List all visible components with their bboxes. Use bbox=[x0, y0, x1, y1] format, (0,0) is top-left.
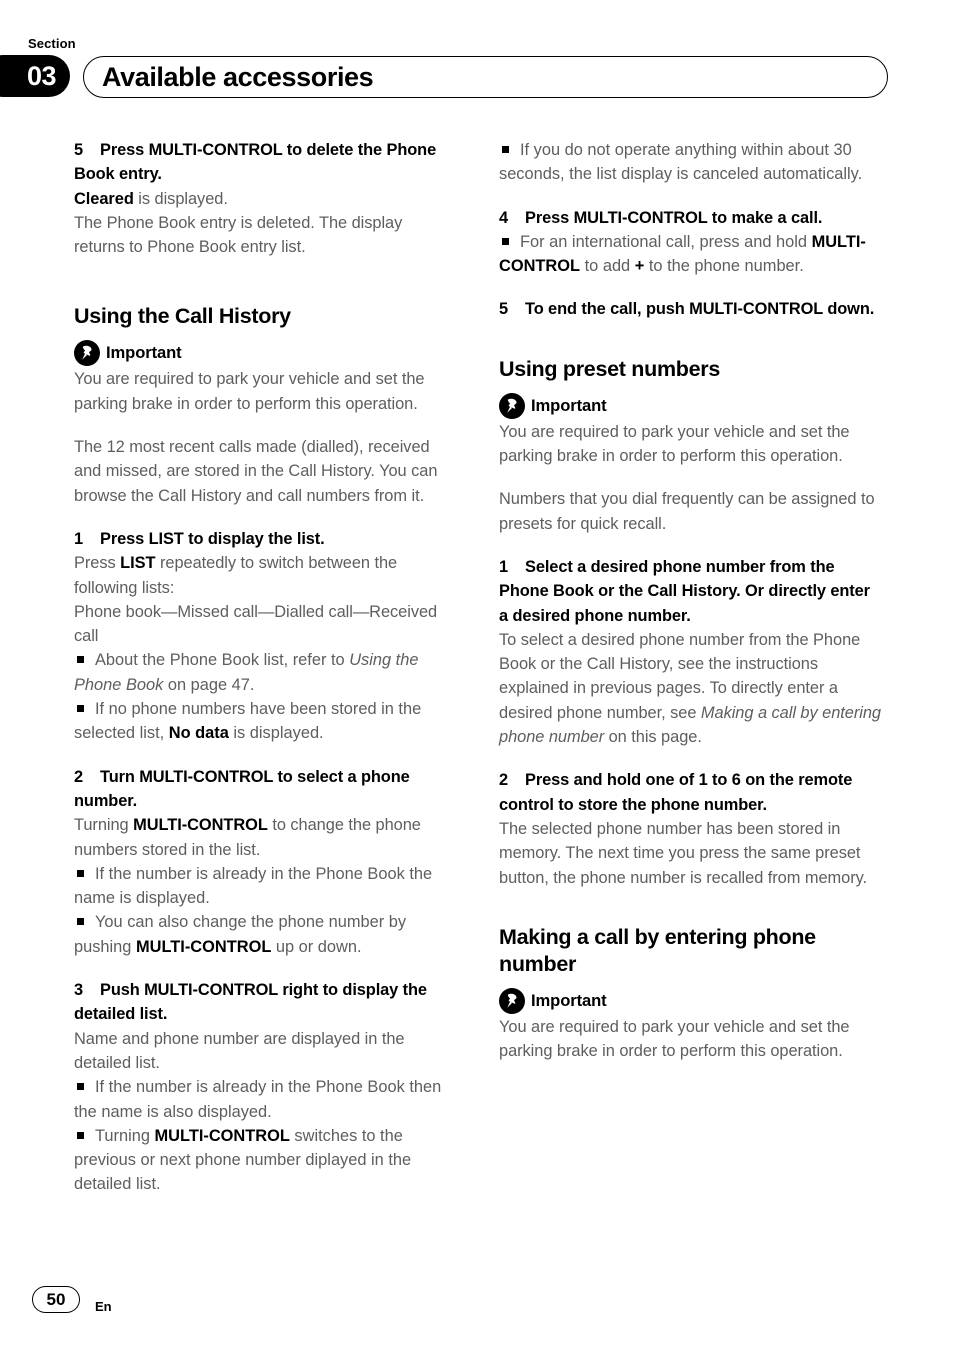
step-heading-text: Select a desired phone number from the P… bbox=[499, 557, 870, 625]
step-heading-text: Push MULTI-CONTROL right to display the … bbox=[74, 981, 427, 1024]
turning-pre: Turning bbox=[74, 816, 134, 835]
bullet-list-timeout: If you do not operate anything within ab… bbox=[499, 138, 882, 187]
bullet-change-number: You can also change the phone number by … bbox=[74, 910, 457, 959]
cleared-keyword: Cleared bbox=[74, 189, 134, 208]
cleared-rest: is displayed. bbox=[133, 189, 228, 208]
page-number-badge: 50 bbox=[32, 1286, 80, 1313]
heading-using-call-history: Using the Call History bbox=[74, 304, 291, 329]
step-number: 5 bbox=[499, 300, 509, 319]
bullet-text: If the number is already in the Phone Bo… bbox=[74, 1078, 442, 1121]
bullet-no-data: If no phone numbers have been stored in … bbox=[74, 697, 457, 746]
pushpin-icon bbox=[499, 392, 525, 419]
bullet-text: If you do not operate anything within ab… bbox=[499, 141, 863, 184]
step-number: 4 bbox=[499, 208, 509, 227]
important-text-making-call: You are required to park your vehicle an… bbox=[499, 1017, 850, 1061]
step-number: 2 bbox=[499, 771, 509, 790]
bullet-post: on page 47. bbox=[163, 675, 255, 694]
step-number: 1 bbox=[499, 557, 509, 576]
bullet-pre: Turning bbox=[95, 1126, 155, 1145]
list-keyword: LIST bbox=[120, 554, 156, 573]
preset-step-2-heading: 2 Press and hold one of 1 to 6 on the rem… bbox=[499, 768, 882, 817]
heading-making-a-call: Making a call by entering phone number bbox=[499, 924, 816, 976]
important-label: Important bbox=[531, 990, 607, 1010]
important-note-call-history: Important bbox=[74, 339, 457, 367]
right-column: If you do not operate anything within ab… bbox=[499, 138, 882, 1063]
bullet-square-icon bbox=[77, 656, 84, 664]
language-code: En bbox=[95, 1299, 112, 1314]
step-heading-text: Press LIST to display the list. bbox=[100, 529, 325, 548]
page-header: Section 03 Available accessories bbox=[0, 36, 954, 106]
bullet-square-icon bbox=[77, 1083, 84, 1091]
step-number: 5 bbox=[74, 141, 84, 159]
step-number: 3 bbox=[74, 981, 84, 1000]
step-heading-text: Press MULTI-CONTROL to delete the Phone … bbox=[74, 141, 437, 184]
step-heading-text: Press and hold one of 1 to 6 on the remo… bbox=[499, 771, 853, 814]
bullet-pre: About the Phone Book list, refer to bbox=[95, 651, 350, 670]
bullet-square-icon bbox=[77, 1131, 84, 1139]
bullet-text: If the number is already in the Phone Bo… bbox=[74, 864, 433, 908]
step-5-delete-heading: 5 Press MULTI-CONTROL to delete the Phone… bbox=[74, 138, 457, 187]
bullet-post: up or down. bbox=[271, 937, 362, 956]
important-text-preset: You are required to park your vehicle an… bbox=[499, 422, 850, 466]
bullet-mid: to add bbox=[580, 257, 635, 276]
bullet-square-icon bbox=[77, 705, 84, 713]
step-5-delete-body-2: The Phone Book entry is deleted. The dis… bbox=[74, 213, 403, 257]
step-number: 2 bbox=[74, 767, 84, 786]
step-5-delete-body-1: Cleared is displayed. bbox=[74, 187, 457, 211]
important-note-preset: Important bbox=[499, 392, 882, 420]
no-data-keyword: No data bbox=[168, 724, 229, 743]
pushpin-icon bbox=[499, 987, 525, 1014]
bullet-square-icon bbox=[502, 237, 509, 245]
preset-intro: Numbers that you dial frequently can be … bbox=[499, 490, 875, 533]
bullet-post: to the phone number. bbox=[644, 257, 804, 276]
multi-control-keyword: MULTI-CONTROL bbox=[133, 816, 268, 835]
bullet-post: is displayed. bbox=[228, 724, 324, 743]
page-footer: 50 En bbox=[0, 1286, 954, 1326]
step-1-list-sequence: Phone book—Missed call—Dialled call—Rece… bbox=[74, 602, 438, 646]
bullet-pre: For an international call, press and hol… bbox=[520, 232, 812, 251]
important-note-making-call: Important bbox=[499, 987, 882, 1015]
bullet-name-also-displayed: If the number is already in the Phone Bo… bbox=[74, 1075, 457, 1124]
bullet-phone-book-ref: About the Phone Book list, refer to Usin… bbox=[74, 648, 457, 697]
press-pre: Press bbox=[74, 554, 121, 573]
preset-step-2-body: The selected phone number has been store… bbox=[499, 819, 868, 887]
step-1-heading: 1 Press LIST to display the list. bbox=[74, 527, 457, 551]
section-number-badge: 03 bbox=[0, 55, 70, 97]
multi-control-keyword: MULTI-CONTROL bbox=[135, 937, 272, 956]
step-heading-text: Turn MULTI-CONTROL to select a phone num… bbox=[74, 767, 410, 810]
step-2-body: Turning MULTI-CONTROL to change the phon… bbox=[74, 813, 457, 862]
step-1-body: Press LIST repeatedly to switch between … bbox=[74, 551, 457, 600]
step-2-heading: 2 Turn MULTI-CONTROL to select a phone nu… bbox=[74, 765, 457, 814]
bullet-international-call: For an international call, press and hol… bbox=[499, 230, 882, 279]
page-title: Available accessories bbox=[102, 62, 374, 92]
multi-control-keyword: MULTI-CONTROL bbox=[154, 1126, 290, 1145]
heading-using-preset-numbers: Using preset numbers bbox=[499, 356, 720, 381]
step-heading-text: To end the call, push MULTI-CONTROL down… bbox=[525, 300, 875, 319]
important-label: Important bbox=[106, 343, 182, 363]
step-number: 1 bbox=[74, 529, 84, 548]
step-5-end-call-heading: 5 To end the call, push MULTI-CONTROL dow… bbox=[499, 297, 882, 321]
step-3-heading: 3 Push MULTI-CONTROL right to display the… bbox=[74, 978, 457, 1027]
bullet-name-displayed: If the number is already in the Phone Bo… bbox=[74, 862, 457, 911]
bullet-square-icon bbox=[502, 146, 509, 153]
bullet-turning-switches: Turning MULTI-CONTROL switches to the pr… bbox=[74, 1124, 457, 1197]
important-label: Important bbox=[531, 395, 607, 415]
bullet-square-icon bbox=[77, 918, 84, 926]
pushpin-icon bbox=[74, 340, 100, 367]
left-column: 5 Press MULTI-CONTROL to delete the Phone… bbox=[74, 138, 457, 1197]
preset-body-post: on this page. bbox=[604, 728, 702, 747]
section-label: Section bbox=[28, 36, 76, 51]
step-heading-text: Press MULTI-CONTROL to make a call. bbox=[525, 208, 823, 227]
preset-step-1-heading: 1 Select a desired phone number from the … bbox=[499, 555, 882, 628]
plus-keyword: + bbox=[634, 257, 645, 276]
step-4-heading: 4 Press MULTI-CONTROL to make a call. bbox=[499, 206, 882, 230]
preset-step-1-body: To select a desired phone number from th… bbox=[499, 628, 882, 749]
important-text-call-history: You are required to park your vehicle an… bbox=[74, 370, 425, 413]
step-3-body: Name and phone number are displayed in t… bbox=[74, 1029, 405, 1072]
call-history-intro: The 12 most recent calls made (dialled),… bbox=[74, 438, 438, 505]
bullet-square-icon bbox=[77, 869, 84, 877]
